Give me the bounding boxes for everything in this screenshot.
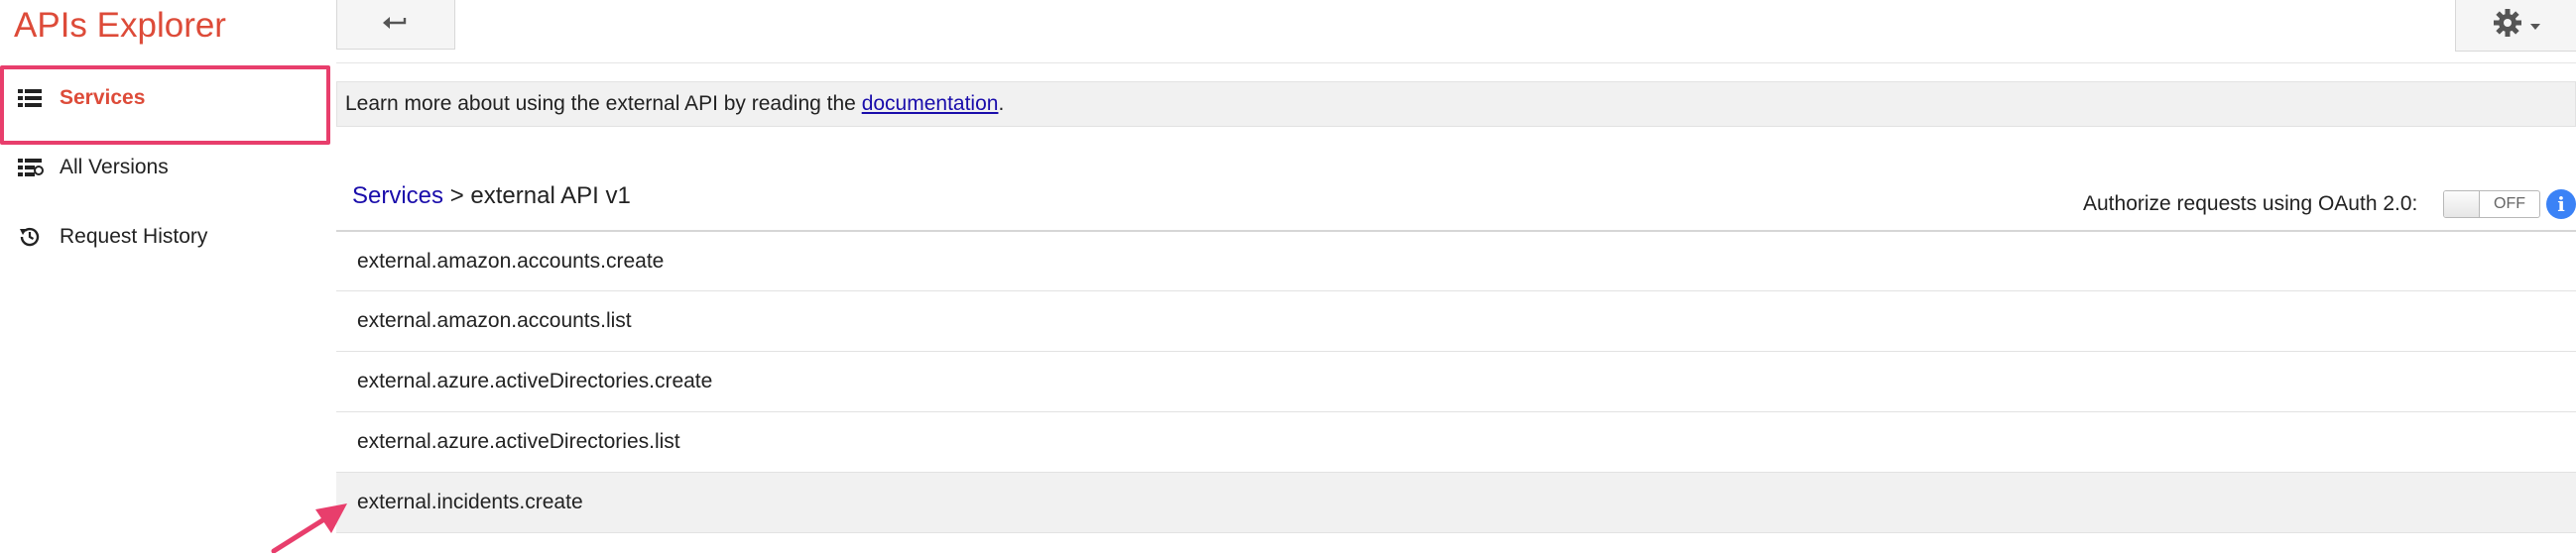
method-name: external.amazon.accounts.create <box>357 249 665 273</box>
sidebar-item-request-history[interactable]: Request History <box>18 212 207 262</box>
toggle-knob <box>2444 191 2480 217</box>
toggle-state-label: OFF <box>2494 195 2525 212</box>
oauth-toggle[interactable]: OFF <box>2443 190 2540 218</box>
documentation-link[interactable]: documentation <box>862 92 999 116</box>
method-row[interactable]: external.azure.activeDirectories.list <box>336 411 2576 472</box>
versions-list-icon <box>18 155 48 180</box>
gear-icon <box>2493 8 2522 43</box>
sidebar-item-all-versions[interactable]: All Versions <box>18 143 169 192</box>
oauth-label-text: Authorize requests using OAuth 2.0: <box>2083 192 2418 215</box>
sidebar-item-label: All Versions <box>60 156 169 178</box>
app-title: APIs Explorer <box>14 6 226 45</box>
info-bar-text: Learn more about using the external API … <box>345 92 862 115</box>
method-name: external.azure.activeDirectories.create <box>357 370 713 392</box>
annotation-arrow <box>268 496 357 558</box>
breadcrumb-separator: > <box>443 182 471 209</box>
history-icon <box>18 224 48 250</box>
back-button[interactable] <box>336 0 455 50</box>
breadcrumb: Services > external API v1 <box>352 182 631 210</box>
header-divider <box>336 62 2576 63</box>
info-icon[interactable]: i <box>2546 189 2576 219</box>
oauth-label: Authorize requests using OAuth 2.0: <box>2083 192 2417 216</box>
chevron-down-icon <box>2529 17 2540 35</box>
settings-button[interactable] <box>2455 0 2576 52</box>
method-name: external.azure.activeDirectories.list <box>357 430 680 453</box>
methods-list: external.amazon.accounts.create external… <box>336 230 2576 533</box>
sidebar-item-label: Services <box>60 86 146 109</box>
info-bar-suffix: . <box>998 92 1005 115</box>
info-bar: Learn more about using the external API … <box>336 81 2576 127</box>
breadcrumb-current: external API v1 <box>470 182 631 209</box>
back-arrow-icon <box>383 14 409 35</box>
sidebar-item-services[interactable]: Services <box>18 73 145 123</box>
method-name: external.incidents.create <box>357 491 583 513</box>
list-icon <box>18 85 48 111</box>
method-row[interactable]: external.amazon.accounts.create <box>336 230 2576 290</box>
method-row[interactable]: external.azure.activeDirectories.create <box>336 351 2576 411</box>
sidebar-item-label: Request History <box>60 225 208 248</box>
breadcrumb-services-link[interactable]: Services <box>352 182 443 209</box>
methods-bottom-divider <box>336 532 2576 533</box>
method-row[interactable]: external.incidents.create <box>336 472 2576 532</box>
method-row[interactable]: external.amazon.accounts.list <box>336 290 2576 351</box>
method-name: external.amazon.accounts.list <box>357 309 632 332</box>
